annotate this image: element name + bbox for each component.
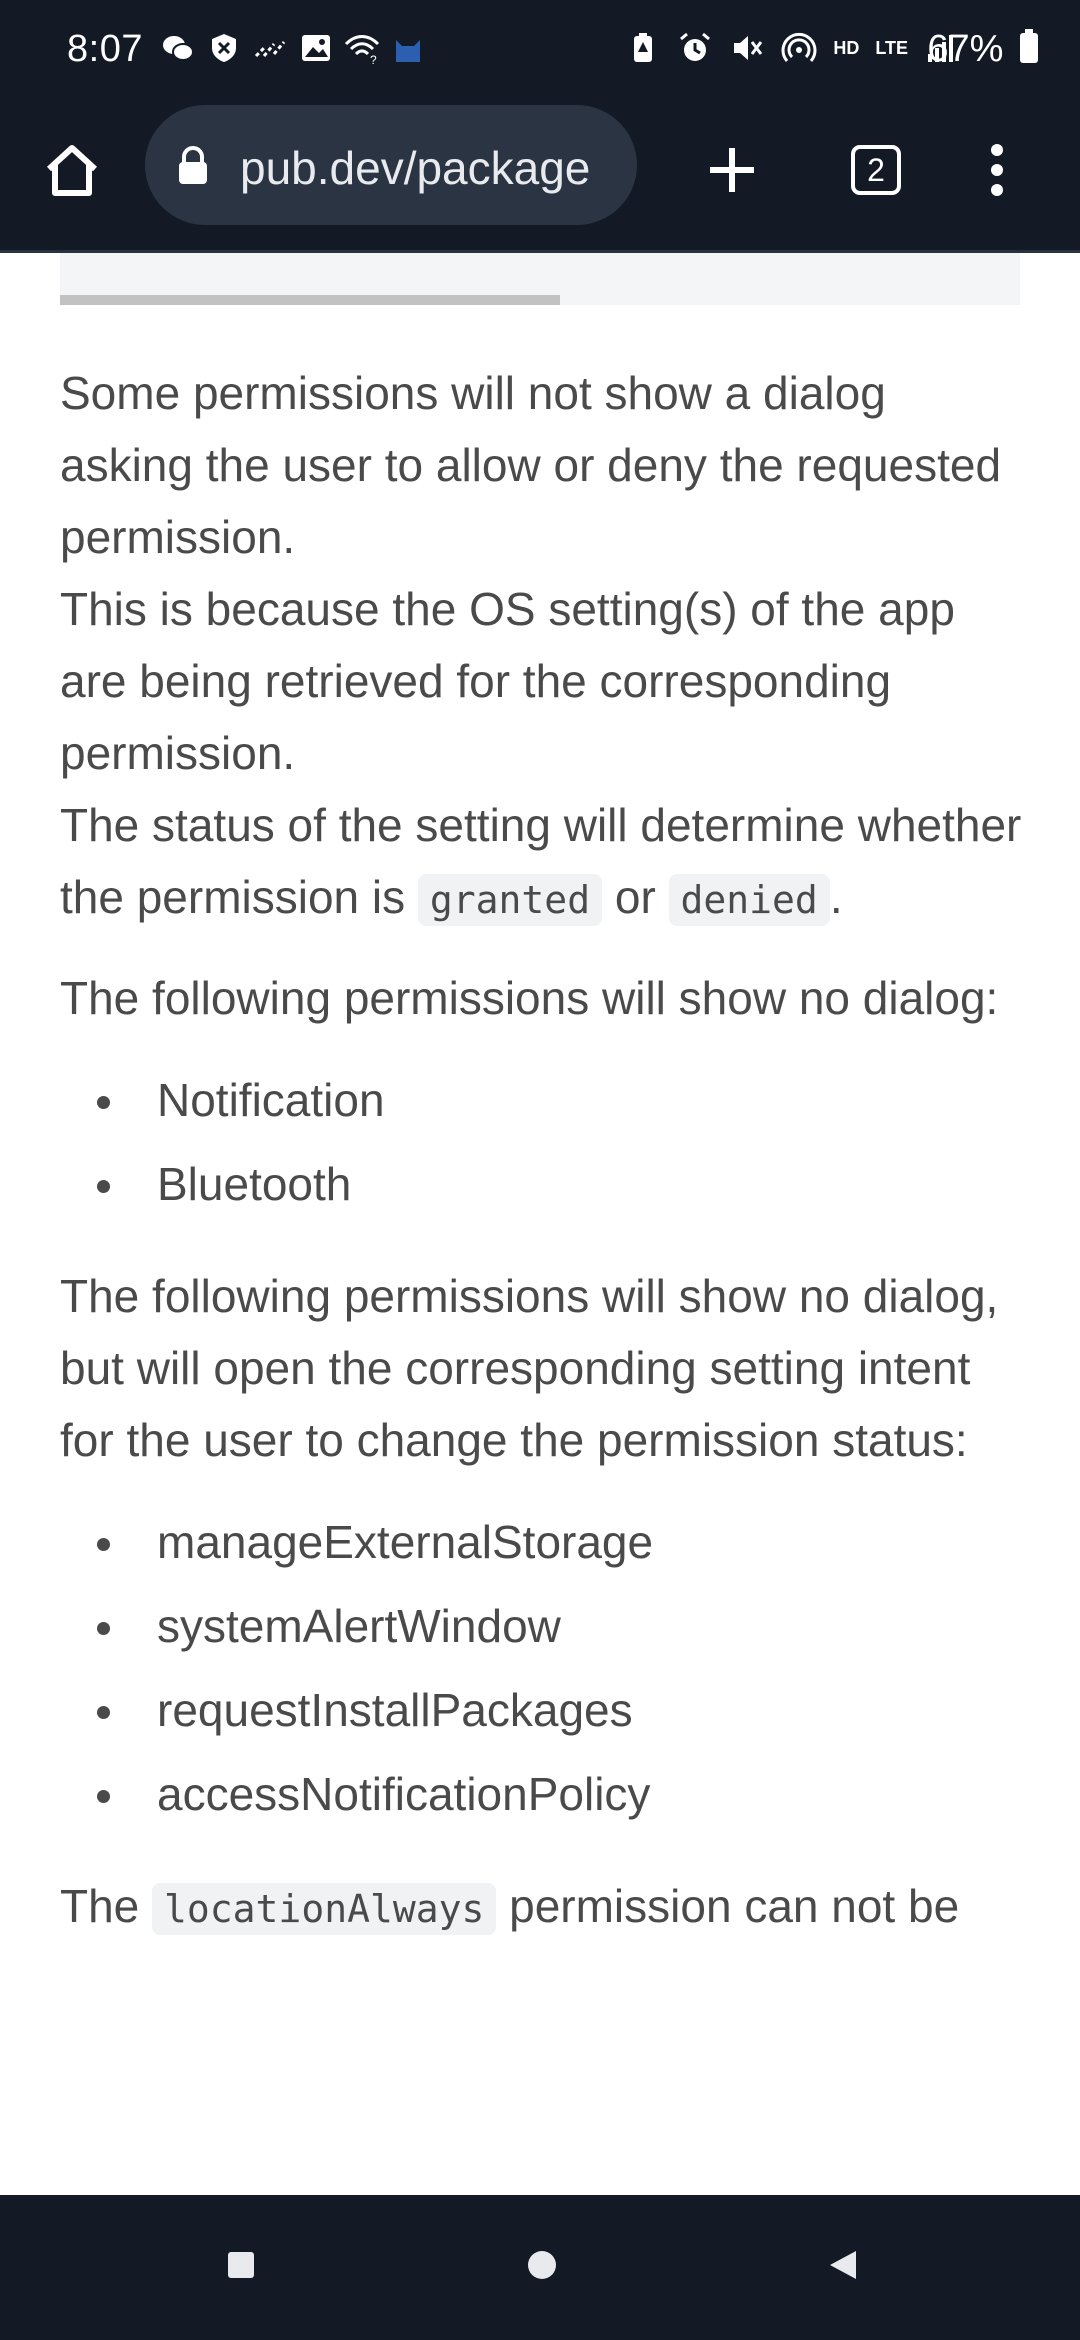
cat-icon (390, 30, 426, 66)
list-item: accessNotificationPolicy (97, 1752, 1025, 1836)
paragraph-text: permission can not be (496, 1880, 960, 1932)
recents-button[interactable] (213, 2239, 269, 2295)
more-vert-icon (987, 142, 1007, 198)
home-button[interactable] (30, 128, 114, 212)
inline-code-granted: granted (417, 874, 603, 926)
wifi-question-icon: ? (344, 30, 380, 66)
status-left-icons: ? (160, 30, 426, 66)
inline-code-location-always: locationAlways (152, 1883, 497, 1935)
battery-icon (1018, 28, 1040, 74)
battery-percent-text: 67% (927, 28, 1004, 71)
list-item: requestInstallPackages (97, 1668, 1025, 1752)
image-icon (298, 30, 334, 66)
paragraph-line: This is because the OS setting(s) of the… (60, 583, 955, 779)
home-circle-icon (526, 2249, 558, 2286)
status-bar: 8:07 ? HD LTE 67% (0, 0, 1080, 104)
lock-icon (175, 145, 211, 185)
list-item: Notification (97, 1058, 1025, 1142)
network-hd-label: HD (833, 38, 860, 58)
readme-text: Some permissions will not show a dialog … (60, 357, 1025, 1945)
tab-count: 2 (851, 145, 901, 195)
paragraph-text: The (60, 1880, 153, 1932)
status-right-icons: HD LTE (625, 30, 960, 66)
list-setting-intent: manageExternalStorage systemAlertWindow … (60, 1500, 1025, 1836)
home-nav-button[interactable] (514, 2239, 570, 2295)
list-item: systemAlertWindow (97, 1584, 1025, 1668)
battery-saver-icon (625, 30, 661, 66)
tab-switcher-button[interactable]: 2 (834, 128, 918, 212)
list-item: Bluetooth (97, 1142, 1025, 1226)
menu-button[interactable] (955, 128, 1039, 212)
alarm-icon (677, 30, 713, 66)
system-nav-bar (0, 2195, 1080, 2340)
page-content: Some permissions will not show a dialog … (0, 253, 1080, 2195)
paragraph-no-dialog-list-intro: The following permissions will show no d… (60, 972, 999, 1024)
paragraph-text: . (829, 871, 843, 923)
mute-icon (729, 30, 765, 66)
back-icon (828, 2249, 858, 2286)
url-text: pub.dev/package (240, 142, 591, 194)
horizontal-scrollbar[interactable] (60, 295, 560, 305)
paragraph-setting-intent-intro: The following permissions will show no d… (60, 1270, 999, 1466)
recents-icon (227, 2251, 255, 2284)
list-no-dialog: Notification Bluetooth (60, 1058, 1025, 1226)
home-icon (43, 141, 101, 199)
svg-text:?: ? (370, 53, 377, 66)
network-lte-label: LTE (875, 38, 908, 58)
list-item: manageExternalStorage (97, 1500, 1025, 1584)
wechat-icon (160, 30, 196, 66)
battery-percent: 67% (927, 28, 1040, 74)
paragraph-location-always: The locationAlways permission can not be (60, 1870, 1025, 1945)
paragraph-permissions-no-dialog: Some permissions will not show a dialog … (60, 357, 1025, 936)
status-time: 8:07 (67, 28, 143, 70)
hotspot-icon (781, 30, 817, 66)
signal-dots-icon (252, 30, 288, 66)
plus-icon (706, 144, 758, 196)
shield-icon (206, 30, 242, 66)
back-button[interactable] (815, 2239, 871, 2295)
paragraph-line: Some permissions will not show a dialog … (60, 367, 1002, 563)
new-tab-button[interactable] (690, 128, 774, 212)
paragraph-text: or (602, 871, 669, 923)
omnibox[interactable]: pub.dev/package (145, 105, 637, 225)
inline-code-denied: denied (668, 874, 830, 926)
